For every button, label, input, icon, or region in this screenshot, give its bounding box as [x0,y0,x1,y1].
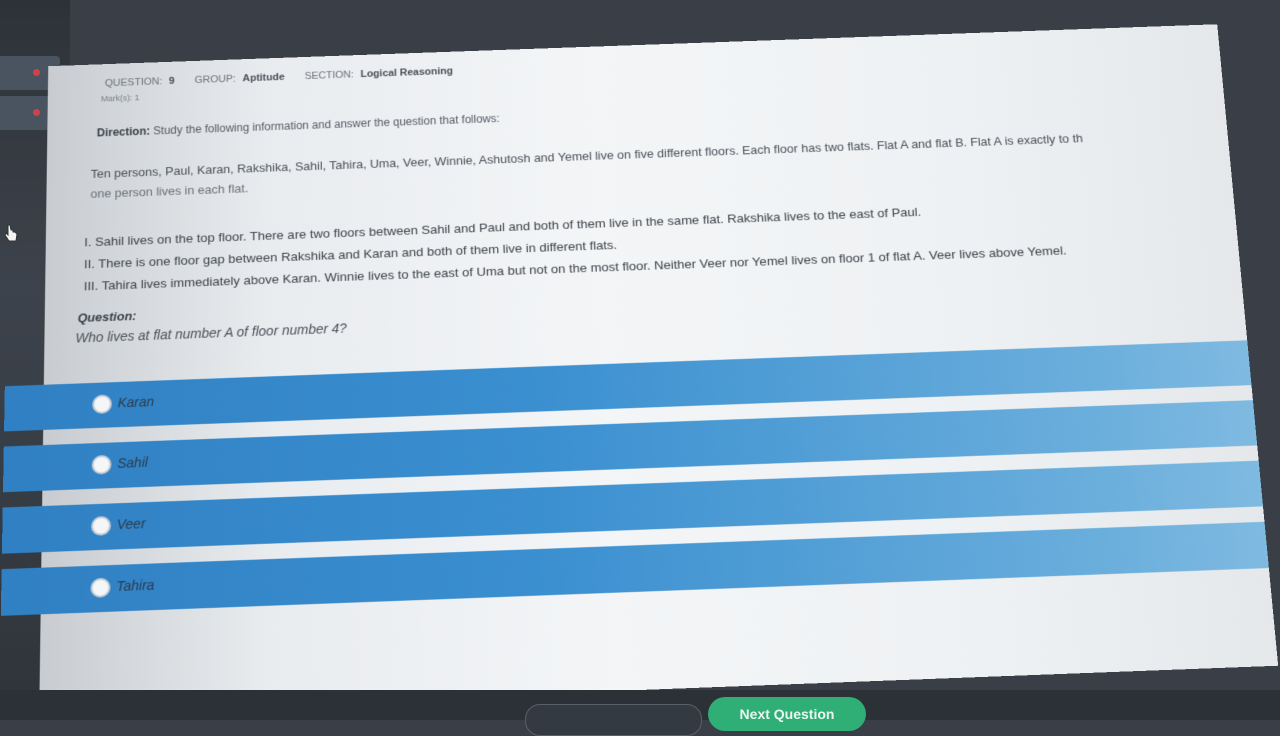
question-panel: QUESTION: 9 GROUP: Aptitude SECTION: Log… [0,24,1279,715]
option-label: Sahil [117,454,148,471]
option-label: Veer [116,515,146,533]
radio-icon[interactable] [92,394,112,414]
hand-cursor-icon [4,224,18,242]
next-question-button[interactable]: Next Question [708,697,866,731]
question-number: 9 [168,75,175,87]
group-label: GROUP: [194,73,236,86]
radio-icon[interactable] [91,454,112,475]
question-label: QUESTION: [104,76,163,89]
radio-icon[interactable] [91,515,111,536]
exam-screen: QUESTION: 9 GROUP: Aptitude SECTION: Log… [0,24,1279,715]
direction-text: Study the following information and answ… [153,112,500,138]
passage: Ten persons, Paul, Karan, Rakshika, Sahi… [90,122,1268,204]
option-label: Tahira [116,576,155,594]
group-value: Aptitude [242,71,285,85]
direction-label: Direction: [96,124,151,140]
answer-options: Karan Sahil Veer Tahira [0,336,1279,633]
option-label: Karan [117,393,155,411]
section-value: Logical Reasoning [360,65,454,80]
radio-icon[interactable] [90,577,111,598]
section-label: SECTION: [304,69,354,82]
previous-button[interactable] [525,704,702,736]
